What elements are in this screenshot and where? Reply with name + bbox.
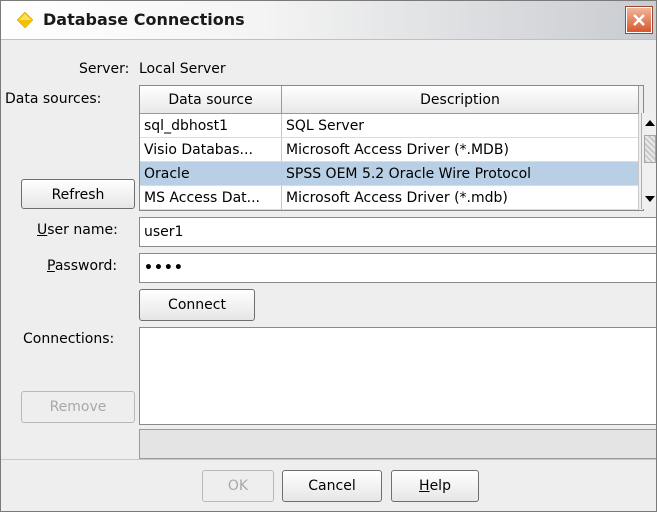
vertical-scrollbar[interactable]: [641, 113, 657, 209]
server-value: Local Server: [139, 61, 226, 77]
database-connections-dialog: Database Connections Server: Local Serve…: [0, 0, 657, 512]
status-bar: [139, 429, 656, 459]
scroll-thumb[interactable]: [644, 135, 656, 163]
remove-button[interactable]: Remove: [21, 391, 135, 423]
close-icon: [633, 14, 645, 26]
help-label-text: elp: [429, 478, 451, 494]
username-mnemonic: U: [37, 222, 48, 238]
column-header-description[interactable]: Description: [282, 86, 639, 114]
data-sources-label: Data sources:: [5, 91, 102, 107]
help-button[interactable]: Help: [391, 470, 479, 502]
row-description: Microsoft Access Driver (*.mdb): [282, 186, 639, 210]
data-sources-table[interactable]: Data source Description sql_dbhost1 SQL …: [139, 85, 644, 211]
password-label: Password:: [47, 258, 117, 274]
username-label-text: ser name:: [47, 222, 118, 238]
ok-button[interactable]: OK: [202, 470, 274, 502]
server-label: Server:: [79, 61, 130, 77]
close-button[interactable]: [625, 6, 653, 34]
connections-label: Connections:: [23, 331, 115, 347]
scroll-up-arrow-icon[interactable]: [642, 115, 657, 131]
footer-separator: [1, 459, 656, 460]
table-row[interactable]: sql_dbhost1 SQL Server: [140, 114, 639, 138]
password-label-text: assword:: [54, 258, 118, 274]
row-data-source: MS Access Dat...: [140, 186, 282, 210]
password-field[interactable]: ••••: [139, 253, 656, 283]
refresh-button[interactable]: Refresh: [21, 179, 135, 209]
connect-button[interactable]: Connect: [139, 289, 255, 321]
username-field[interactable]: user1: [139, 217, 656, 247]
diamond-icon: [17, 12, 33, 28]
username-label: User name:: [37, 222, 118, 238]
cancel-button[interactable]: Cancel: [282, 470, 382, 502]
title-bar[interactable]: Database Connections: [1, 1, 656, 40]
row-description: Microsoft Access Driver (*.MDB): [282, 138, 639, 162]
table-row[interactable]: Visio Databas... Microsoft Access Driver…: [140, 138, 639, 162]
password-mnemonic: P: [47, 258, 55, 274]
table-row[interactable]: MS Access Dat... Microsoft Access Driver…: [140, 186, 639, 210]
help-mnemonic: H: [419, 478, 430, 494]
row-data-source: Oracle: [140, 162, 282, 186]
column-header-data-source[interactable]: Data source: [140, 86, 282, 114]
scroll-down-arrow-icon[interactable]: [642, 191, 657, 207]
row-description: SQL Server: [282, 114, 639, 138]
row-description: SPSS OEM 5.2 Oracle Wire Protocol: [282, 162, 639, 186]
row-data-source: sql_dbhost1: [140, 114, 282, 138]
row-data-source: Visio Databas...: [140, 138, 282, 162]
table-row-selected[interactable]: Oracle SPSS OEM 5.2 Oracle Wire Protocol: [140, 162, 639, 186]
connections-list[interactable]: [139, 327, 656, 425]
dialog-title: Database Connections: [43, 10, 245, 29]
